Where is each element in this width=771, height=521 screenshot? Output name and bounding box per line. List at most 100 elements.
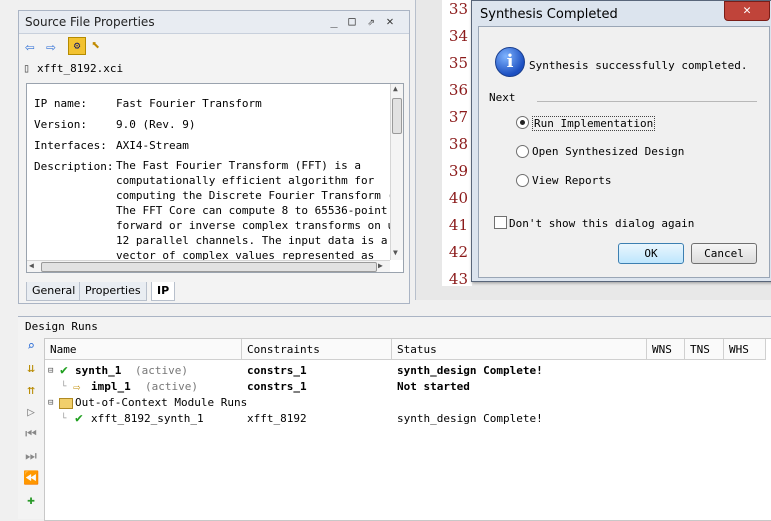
next-label: Next: [489, 91, 516, 104]
option-run-implementation-label[interactable]: Run Implementation: [532, 116, 656, 131]
tree-connector: └: [61, 414, 67, 424]
vertical-scrollbar[interactable]: ▲ ▼: [390, 84, 403, 260]
column-header-constraints[interactable]: Constraints: [242, 339, 392, 360]
dont-show-label[interactable]: Don't show this dialog again: [509, 217, 694, 230]
float-icon[interactable]: ⇗: [364, 14, 378, 28]
prop-label-interfaces: Interfaces:: [34, 139, 107, 152]
dialog-body: i Synthesis successfully completed. Next…: [478, 26, 770, 278]
column-header-status[interactable]: Status: [392, 339, 647, 360]
prop-value-ip-name: Fast Fourier Transform: [116, 97, 262, 110]
prop-label-version: Version:: [34, 118, 87, 131]
panel-title-bar: Source File Properties _ □ ⇗ ✕: [19, 11, 409, 34]
column-header-wns[interactable]: WNS: [647, 339, 685, 360]
table-row[interactable]: ⊟ Out-of-Context Module Runs: [45, 395, 771, 411]
first-icon[interactable]: ⏮: [23, 427, 39, 443]
check-icon: ✔: [75, 411, 83, 426]
run-tag: (active): [135, 364, 188, 377]
horizontal-scrollbar[interactable]: ◀ ▶: [27, 260, 390, 272]
run-constraints: xfft_8192: [247, 412, 307, 425]
scroll-left-icon[interactable]: ◀: [29, 261, 34, 270]
dont-show-checkbox[interactable]: [494, 216, 507, 229]
run-name: impl_1: [91, 380, 131, 393]
line-number: 40: [448, 189, 468, 207]
run-status: Not started: [397, 380, 470, 393]
maximize-icon[interactable]: □: [345, 14, 359, 28]
run-group-name: Out-of-Context Module Runs: [75, 396, 248, 409]
line-number: 36: [448, 81, 468, 99]
collapse-all-icon[interactable]: ⇊: [23, 361, 39, 377]
line-number: 35: [448, 54, 468, 72]
line-number: 41: [448, 216, 468, 234]
collapse-toggle-icon[interactable]: ⊟: [48, 363, 53, 379]
line-number: 43: [448, 270, 468, 288]
back-arrow-icon[interactable]: ⇦: [25, 37, 35, 56]
line-number-gutter: 33 34 35 36 37 38 39 40 41 42 43: [442, 0, 472, 288]
info-icon: i: [495, 47, 525, 77]
radio-run-implementation[interactable]: [516, 116, 529, 129]
line-number: 37: [448, 108, 468, 126]
dialog-message: Synthesis successfully completed.: [529, 59, 748, 72]
forward-arrow-icon[interactable]: ⇨: [46, 37, 56, 56]
vertical-scroll-thumb[interactable]: [392, 98, 402, 134]
source-file-properties-panel: Source File Properties _ □ ⇗ ✕ ⇦ ⇨ ⚙ ⬉ ▯…: [18, 10, 410, 304]
tab-properties[interactable]: Properties: [79, 282, 147, 301]
line-number: 34: [448, 27, 468, 45]
scroll-up-icon[interactable]: ▲: [393, 84, 398, 93]
line-number: 38: [448, 135, 468, 153]
run-name: xfft_8192_synth_1: [91, 412, 204, 425]
synthesis-completed-dialog: Synthesis Completed ✕ i Synthesis succes…: [471, 0, 771, 282]
next-divider: [537, 101, 757, 102]
dialog-close-button[interactable]: ✕: [724, 1, 770, 21]
tab-general[interactable]: General: [26, 282, 82, 301]
run-tag: (active): [145, 380, 198, 393]
scroll-right-icon[interactable]: ▶: [378, 261, 383, 270]
prop-value-version: 9.0 (Rev. 9): [116, 118, 196, 131]
table-row[interactable]: ⊟ ✔ synth_1 (active) constrs_1 synth_des…: [45, 363, 771, 379]
run-constraints: constrs_1: [247, 364, 307, 377]
radio-open-synthesized-design[interactable]: [516, 145, 529, 158]
option-open-synthesized-design-label[interactable]: Open Synthesized Design: [532, 145, 684, 158]
file-icon: ▯: [23, 61, 31, 75]
tree-connector: └: [61, 382, 67, 392]
previous-icon[interactable]: ⏪: [23, 471, 39, 487]
design-runs-table: Name Constraints Status WNS TNS WHS ⊟ ✔ …: [44, 338, 771, 521]
expand-all-icon[interactable]: ⇈: [23, 383, 39, 399]
next-icon[interactable]: ⏭: [23, 449, 39, 465]
launch-run-icon[interactable]: ▷: [23, 405, 39, 421]
dialog-title: Synthesis Completed: [480, 7, 618, 22]
pointer-select-icon[interactable]: ⬉: [91, 36, 100, 54]
run-status: synth_design Complete!: [397, 412, 543, 425]
radio-view-reports[interactable]: [516, 174, 529, 187]
cancel-button[interactable]: Cancel: [691, 243, 757, 264]
collapse-toggle-icon[interactable]: ⊟: [48, 395, 53, 411]
prop-label-ip-name: IP name:: [34, 97, 87, 110]
line-number: 39: [448, 162, 468, 180]
run-constraints: constrs_1: [247, 380, 307, 393]
file-name: xfft_8192.xci: [37, 62, 124, 75]
table-row[interactable]: └ ⇨ impl_1 (active) constrs_1 Not starte…: [45, 379, 771, 395]
prop-value-description: The Fast Fourier Transform (FFT) is a co…: [116, 159, 403, 262]
prop-label-description: Description:: [34, 160, 114, 173]
horizontal-scroll-thumb[interactable]: [41, 262, 377, 272]
ok-button[interactable]: OK: [618, 243, 684, 264]
prop-value-interfaces: AXI4-Stream: [116, 139, 189, 152]
tab-ip[interactable]: IP: [151, 282, 176, 301]
add-run-icon[interactable]: ✚: [23, 493, 39, 509]
close-icon[interactable]: ✕: [383, 14, 397, 28]
minimize-icon[interactable]: _: [327, 14, 341, 28]
run-status: synth_design Complete!: [397, 364, 543, 377]
option-view-reports-label[interactable]: View Reports: [532, 174, 611, 187]
panel-title: Source File Properties: [25, 15, 155, 29]
line-number: 33: [448, 0, 468, 18]
run-name: synth_1: [75, 364, 122, 377]
ip-settings-icon[interactable]: ⚙: [68, 37, 86, 55]
design-runs-panel: Design Runs ⌕ ⇊ ⇈ ▷ ⏮ ⏭ ⏪ ✚ Name Constra…: [18, 316, 771, 521]
ip-properties-box: IP name: Fast Fourier Transform Version:…: [26, 83, 404, 273]
design-runs-title: Design Runs: [25, 320, 98, 333]
column-header-tns[interactable]: TNS: [685, 339, 724, 360]
search-icon[interactable]: ⌕: [23, 339, 39, 355]
table-row[interactable]: └ ✔ xfft_8192_synth_1 xfft_8192 synth_de…: [45, 411, 771, 427]
column-header-name[interactable]: Name: [45, 339, 242, 360]
column-header-whs[interactable]: WHS: [724, 339, 766, 360]
scroll-down-icon[interactable]: ▼: [393, 248, 398, 257]
